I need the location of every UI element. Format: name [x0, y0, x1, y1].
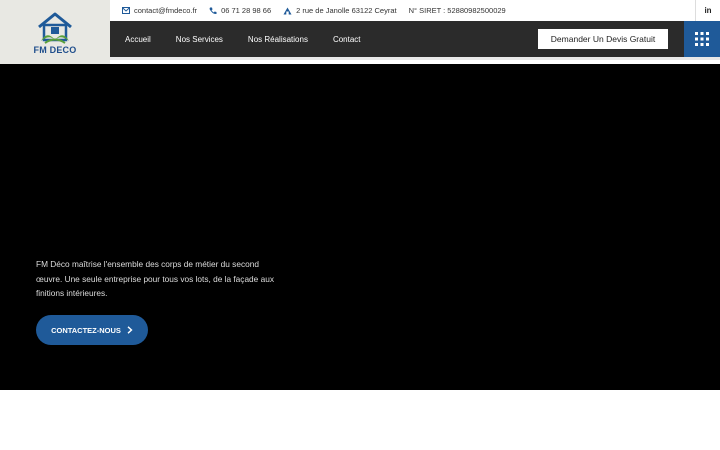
email-text: contact@fmdeco.fr	[134, 6, 198, 15]
hero-section: FM Déco maîtrise l'ensemble des corps de…	[0, 64, 720, 390]
address-info[interactable]: 2 rue de Janolle 63122 Ceyrat	[283, 6, 397, 15]
linkedin-icon[interactable]: in	[695, 0, 720, 21]
top-info-bar: contact@fmdeco.fr 06 71 28 98 66 2 rue d…	[110, 0, 720, 21]
siret-text: N° SIRET : 52880982500029	[408, 6, 506, 15]
phone-icon	[209, 7, 217, 14]
nav-item-services[interactable]: Nos Services	[176, 35, 223, 44]
nav-divider	[110, 57, 720, 60]
phone-text: 06 71 28 98 66	[221, 6, 272, 15]
main-nav: Accueil Nos Services Nos Réalisations Co…	[110, 21, 684, 57]
quote-button[interactable]: Demander Un Devis Gratuit	[538, 29, 668, 49]
nav-item-accueil[interactable]: Accueil	[125, 35, 151, 44]
grid-menu-icon	[695, 32, 709, 46]
phone-info[interactable]: 06 71 28 98 66	[209, 6, 271, 15]
nav-item-realisations[interactable]: Nos Réalisations	[248, 35, 308, 44]
email-info[interactable]: contact@fmdeco.fr	[122, 6, 197, 15]
address-text: 2 rue de Janolle 63122 Ceyrat	[296, 6, 397, 15]
linkedin-label: in	[704, 6, 712, 15]
logo-text: FM DECO	[33, 44, 77, 55]
nav-item-contact[interactable]: Contact	[333, 35, 361, 44]
hero-description: FM Déco maîtrise l'ensemble des corps de…	[36, 259, 274, 298]
site-logo[interactable]: FM DECO	[0, 0, 110, 64]
contact-cta-button[interactable]: CONTACTEZ-NOUS	[36, 315, 148, 345]
location-icon	[283, 7, 292, 14]
cta-label: CONTACTEZ-NOUS	[51, 325, 121, 335]
menu-grid-button[interactable]	[684, 21, 720, 57]
chevron-right-icon	[127, 326, 133, 334]
house-leaf-logo-icon	[38, 12, 72, 44]
siret-info: N° SIRET : 52880982500029	[409, 6, 506, 15]
mail-icon	[122, 7, 130, 14]
